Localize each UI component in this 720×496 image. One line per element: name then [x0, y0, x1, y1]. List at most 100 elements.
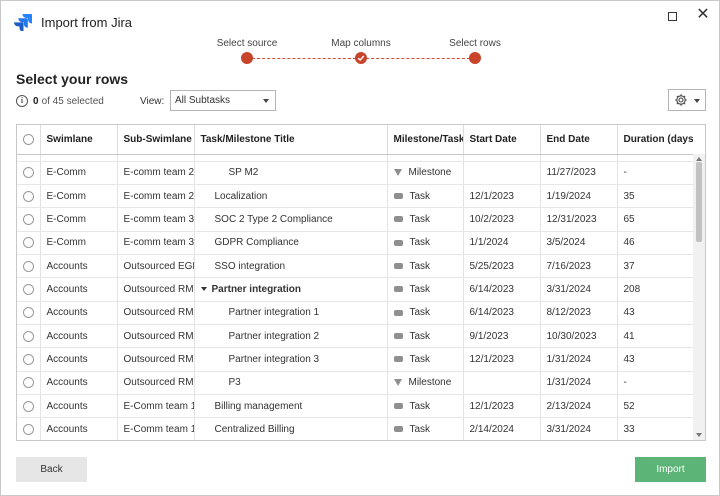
table-row[interactable]: Accounts E-Comm team 1 Centralized Billing…	[17, 417, 693, 440]
table-row[interactable]: Accounts Outsourced EGL SSO integration Tas…	[17, 254, 693, 279]
row-select-cell[interactable]	[17, 301, 41, 325]
column-header-duration[interactable]: Duration (days)	[617, 125, 693, 155]
scrollbar-thumb[interactable]	[696, 162, 702, 242]
cell-title-text: Centralized Billing	[214, 423, 295, 435]
selected-suffix: of 45 selected	[41, 95, 104, 107]
maximize-icon[interactable]	[665, 9, 679, 23]
import-button[interactable]: Import	[635, 457, 706, 482]
cell-start-date: 2/14/2024	[463, 417, 541, 440]
cell-type-text: Task	[409, 423, 431, 435]
cell-sub-swimlane: Outsourced RMS	[117, 277, 195, 302]
cell-title: SOC 2 Type 2 Compliance	[194, 207, 388, 232]
row-select-cell[interactable]	[17, 207, 41, 232]
rows-table: Swimlane Sub-Swimlane Task/Milestone Tit…	[17, 125, 693, 440]
step-dot-select-source[interactable]	[241, 52, 253, 64]
row-select-cell[interactable]	[17, 324, 41, 349]
cell-title: SSO integration	[194, 254, 388, 279]
cell-duration: 41	[617, 324, 693, 349]
view-dropdown[interactable]: All Subtasks	[170, 90, 276, 111]
row-select-cell[interactable]	[17, 394, 41, 419]
row-select-radio[interactable]	[23, 400, 34, 412]
select-all-cell[interactable]	[17, 125, 41, 155]
table-row[interactable]: E-Comm E-comm team 3 SOC 2 Type 2 Complian…	[17, 207, 693, 232]
scroll-up-icon[interactable]	[696, 157, 702, 161]
row-select-radio[interactable]	[23, 190, 34, 202]
row-select-radio[interactable]	[23, 330, 34, 342]
row-select-cell[interactable]	[17, 347, 41, 372]
table-row[interactable]: Accounts Outsourced RMS P3 Milestone 1/31/20…	[17, 371, 693, 395]
info-icon: i	[16, 95, 28, 107]
cell-sub-swimlane: Outsourced RMS	[117, 371, 195, 395]
cell-swimlane: Accounts	[40, 417, 118, 440]
cell-title: Partner integration	[194, 277, 388, 302]
settings-button[interactable]	[668, 89, 706, 111]
cell-title-text: Partner integration	[211, 283, 301, 295]
cell-swimlane: Accounts	[40, 371, 118, 395]
task-icon	[393, 286, 403, 293]
cell-duration: 65	[617, 207, 693, 232]
column-header-title[interactable]: Task/Milestone Title	[194, 125, 388, 155]
row-select-radio[interactable]	[23, 237, 34, 249]
step-dot-select-rows[interactable]	[469, 52, 481, 64]
cell-start-date: 6/14/2023	[463, 301, 541, 325]
table-row[interactable]: E-Comm E-comm team 3 GDPR Compliance Task 1/…	[17, 231, 693, 255]
row-select-cell[interactable]	[17, 371, 41, 395]
column-header-swimlane[interactable]: Swimlane	[40, 125, 118, 155]
row-select-cell[interactable]	[17, 254, 41, 279]
table-row[interactable]: E-Comm E-comm team 2 Localization Task 12/1/…	[17, 184, 693, 209]
table-row[interactable]: Accounts Outsourced RMS Partner integratio…	[17, 277, 693, 302]
select-all-radio[interactable]	[23, 133, 34, 145]
cell-title: Localization	[194, 184, 388, 209]
task-icon	[393, 239, 403, 246]
cell-title-text: Partner integration 2	[228, 330, 320, 342]
cell-type-text: Task	[409, 330, 431, 342]
row-select-cell[interactable]	[17, 184, 41, 209]
scroll-down-icon[interactable]	[696, 433, 702, 437]
step-dot-map-columns[interactable]	[355, 52, 367, 64]
close-icon[interactable]: ✕	[694, 6, 712, 24]
row-select-radio[interactable]	[23, 283, 34, 295]
gear-icon	[675, 94, 687, 106]
milestone-icon	[393, 379, 402, 387]
selected-count: 0	[33, 95, 39, 107]
row-select-cell[interactable]	[17, 231, 41, 255]
cell-end-date: 3/31/2024	[540, 417, 618, 440]
row-select-radio[interactable]	[23, 377, 34, 389]
table-row[interactable]: Accounts Outsourced RMS Partner integratio…	[17, 347, 693, 372]
cell-title: Billing management	[194, 394, 388, 419]
cell-title: SP M2	[194, 161, 388, 185]
row-select-radio[interactable]	[23, 307, 34, 319]
cell-end-date: 11/27/2023	[540, 161, 618, 185]
row-select-cell[interactable]	[17, 277, 41, 302]
row-select-radio[interactable]	[23, 353, 34, 365]
cell-duration: 46	[617, 231, 693, 255]
row-select-radio[interactable]	[23, 213, 34, 225]
row-select-radio[interactable]	[23, 260, 34, 272]
row-select-cell[interactable]	[17, 161, 41, 185]
column-header-end-date[interactable]: End Date	[540, 125, 618, 155]
table-row[interactable]: Accounts Outsourced RMS Partner integratio…	[17, 301, 693, 325]
table-row[interactable]: E-Comm E-comm team 2 SP M2 Milestone 11/27/2…	[17, 161, 693, 185]
cell-type: Task	[387, 324, 464, 349]
cell-end-date: 1/31/2024	[540, 371, 618, 395]
cell-start-date	[463, 371, 541, 395]
cell-title: Partner integration 3	[194, 347, 388, 372]
row-select-cell[interactable]	[17, 417, 41, 440]
column-header-sub-swimlane[interactable]: Sub-Swimlane	[117, 125, 195, 155]
cell-end-date: 3/31/2024	[540, 277, 618, 302]
cell-swimlane: Accounts	[40, 394, 118, 419]
back-button[interactable]: Back	[16, 457, 87, 482]
step-label-select-source: Select source	[216, 38, 278, 49]
cell-end-date: 10/30/2023	[540, 324, 618, 349]
table-row[interactable]: Accounts E-Comm team 1 Billing management T…	[17, 394, 693, 419]
column-header-type[interactable]: Milestone/Task	[387, 125, 464, 155]
table-row[interactable]: Accounts Outsourced RMS Partner integratio…	[17, 324, 693, 349]
column-header-start-date[interactable]: Start Date	[463, 125, 541, 155]
cell-swimlane: E-Comm	[40, 207, 118, 232]
collapse-caret-icon[interactable]	[200, 287, 207, 292]
row-select-radio[interactable]	[23, 423, 34, 435]
step-connector	[247, 58, 361, 59]
vertical-scrollbar[interactable]	[693, 154, 705, 440]
row-select-radio[interactable]	[23, 167, 34, 179]
window-title: Import from Jira	[41, 15, 133, 30]
